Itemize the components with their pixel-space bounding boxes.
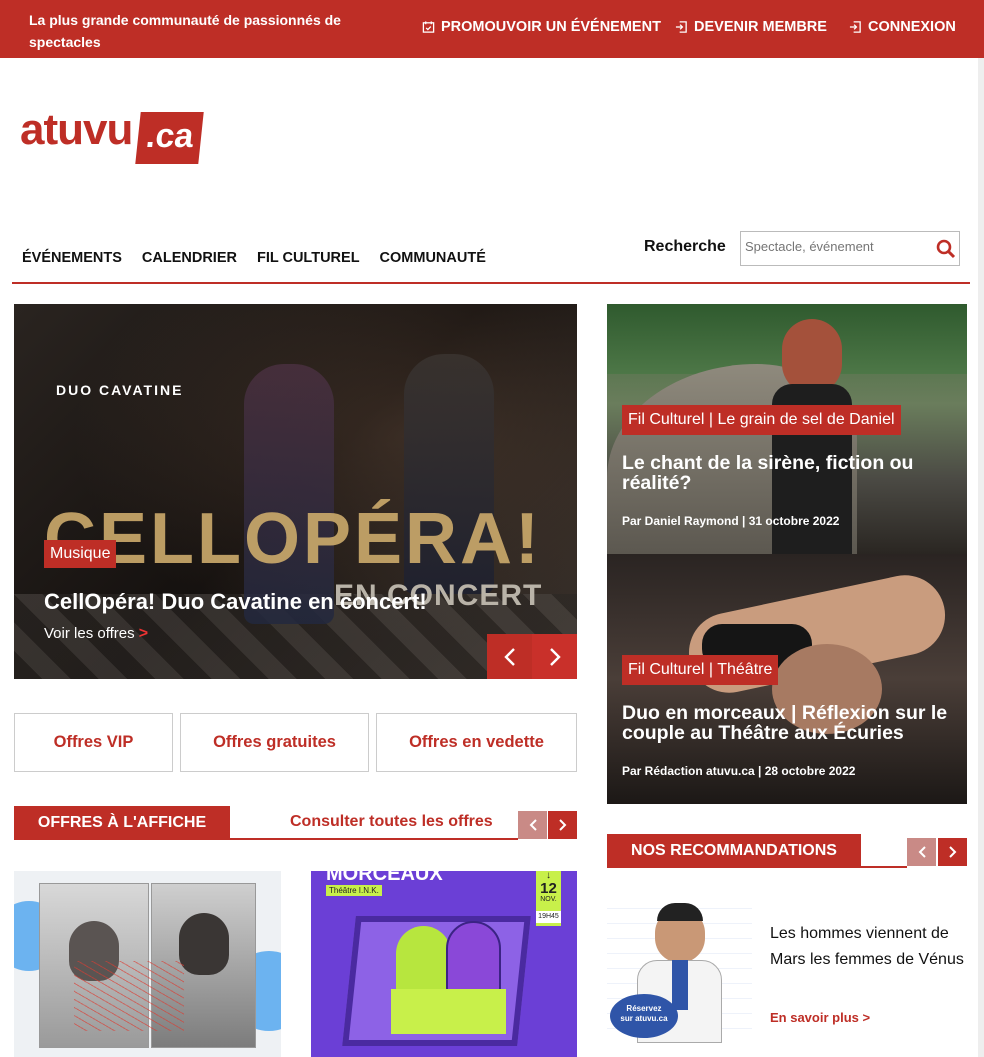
nav-divider [12,282,970,284]
head-man [179,913,229,975]
hero-title[interactable]: CellOpéra! Duo Cavatine en concert! [44,589,427,615]
hero-poster-title: CELLOPÉRA! [44,499,542,579]
hero-offers-link-arrow: > [138,625,149,642]
reserve-badge-line1: Réservez [626,1004,662,1013]
search-label: Recherche [644,238,726,255]
search-box [740,231,960,266]
login-link[interactable]: CONNEXION [849,19,956,35]
performer-woman [244,364,334,624]
chevron-right-icon [558,819,566,831]
site-tagline: La plus grande communauté de passionnés … [29,12,341,50]
woman-head [782,319,842,394]
nav-item-calendrier[interactable]: CALENDRIER [142,250,237,266]
become-member-label: DEVENIR MEMBRE [694,19,827,35]
affiche-underline [230,838,518,840]
news-card-duo-morceaux[interactable]: Fil Culturel | Théâtre Duo en morceaux |… [607,554,967,804]
hero-offers-link[interactable]: Voir les offres > [44,625,148,643]
date-day: 12 [540,880,557,897]
red-lines-overlay [74,961,184,1031]
card-meta: Par Rédaction atuvu.ca | 28 octobre 2022 [622,764,856,778]
poster-title: MORCEAUX [326,871,443,885]
recommendations-next-button[interactable] [938,838,967,866]
site-logo[interactable]: atuvu .ca [20,105,205,164]
hero-slider[interactable]: DUO CAVATINE CELLOPÉRA! EN CONCERT Musiq… [14,304,577,679]
chevron-left-icon [503,647,515,666]
offer-thumbnail-morceaux[interactable]: MORCEAUX Théâtre I.N.K. ↓ 12 NOV. 19H45 [311,871,577,1057]
promote-event-link[interactable]: PROMOUVOIR UN ÉVÉNEMENT [422,19,661,35]
recommendation-more-link[interactable]: En savoir plus > [770,1010,870,1025]
logo-word: atuvu [20,105,133,154]
card-title[interactable]: Le chant de la sirène, fiction ou réalit… [622,453,952,493]
offers-free-button[interactable]: Offres gratuites [180,713,369,772]
promote-event-label: PROMOUVOIR UN ÉVÉNEMENT [441,19,661,35]
chevron-right-icon [549,647,561,666]
man-shirt [672,960,688,1010]
reserve-badge: Réservez sur atuvu.ca [610,994,678,1038]
hero-prev-button[interactable] [487,634,532,679]
recommendations-underline [861,866,907,868]
main-nav: ÉVÉNEMENTS CALENDRIER FIL CULTUREL COMMU… [22,250,486,266]
affiche-next-button[interactable] [548,811,577,839]
offers-vip-button[interactable]: Offres VIP [14,713,173,772]
chevron-left-icon [918,846,926,858]
nav-item-evenements[interactable]: ÉVÉNEMENTS [22,250,122,266]
figure-bodies [391,989,506,1034]
affiche-label: OFFRES À L'AFFICHE [14,806,230,840]
recommendation-poster[interactable]: Réservez sur atuvu.ca [607,898,752,1043]
affiche-prev-button[interactable] [518,811,547,839]
chevron-left-icon [529,819,537,831]
offer-thumbnail-duo-portrait[interactable] [14,871,281,1057]
recommendation-title[interactable]: Les hommes viennent de Mars les femmes d… [770,921,970,972]
reserve-badge-line2: sur atuvu.ca [620,1014,668,1023]
figure-left [396,926,451,996]
news-card-sirene[interactable]: Fil Culturel | Le grain de sel de Daniel… [607,304,967,554]
all-offers-link[interactable]: Consulter toutes les offres [290,813,493,831]
logo-tld: .ca [135,112,205,164]
card-meta: Par Daniel Raymond | 31 octobre 2022 [622,514,840,528]
login-label: CONNEXION [868,19,956,35]
nav-item-fil-culturel[interactable]: FIL CULTUREL [257,250,360,266]
date-month: NOV. [540,896,557,903]
offers-featured-button[interactable]: Offres en vedette [376,713,577,772]
become-member-link[interactable]: DEVENIR MEMBRE [675,19,827,35]
search-input[interactable] [745,239,925,254]
figure-right [446,921,501,996]
poster-venue: Théâtre I.N.K. [326,885,382,896]
search-icon[interactable] [936,239,956,259]
top-bar: La plus grande communauté de passionnés … [0,0,984,58]
card-category-tag[interactable]: Fil Culturel | Le grain de sel de Daniel [622,405,901,435]
card-category-tag[interactable]: Fil Culturel | Théâtre [622,655,779,685]
calendar-check-icon [422,21,435,33]
poster-time: 19H45 [536,911,561,923]
affiche-section-header: OFFRES À L'AFFICHE Consulter toutes les … [14,806,577,840]
hero-offers-link-label: Voir les offres [44,625,135,642]
recommendations-prev-button[interactable] [907,838,936,866]
nav-item-communaute[interactable]: COMMUNAUTÉ [380,250,486,266]
recommendations-header: NOS RECOMMANDATIONS [607,834,967,868]
hero-category-tag[interactable]: Musique [44,540,117,568]
sign-in-icon [675,21,687,33]
hero-brand: DUO CAVATINE [56,382,184,398]
chevron-right-icon [948,846,956,858]
login-icon [849,21,861,33]
recommendations-label: NOS RECOMMANDATIONS [607,834,861,868]
hero-next-button[interactable] [532,634,577,679]
page-scrollbar[interactable] [978,58,984,1057]
card-title[interactable]: Duo en morceaux | Réflexion sur le coupl… [622,703,952,743]
